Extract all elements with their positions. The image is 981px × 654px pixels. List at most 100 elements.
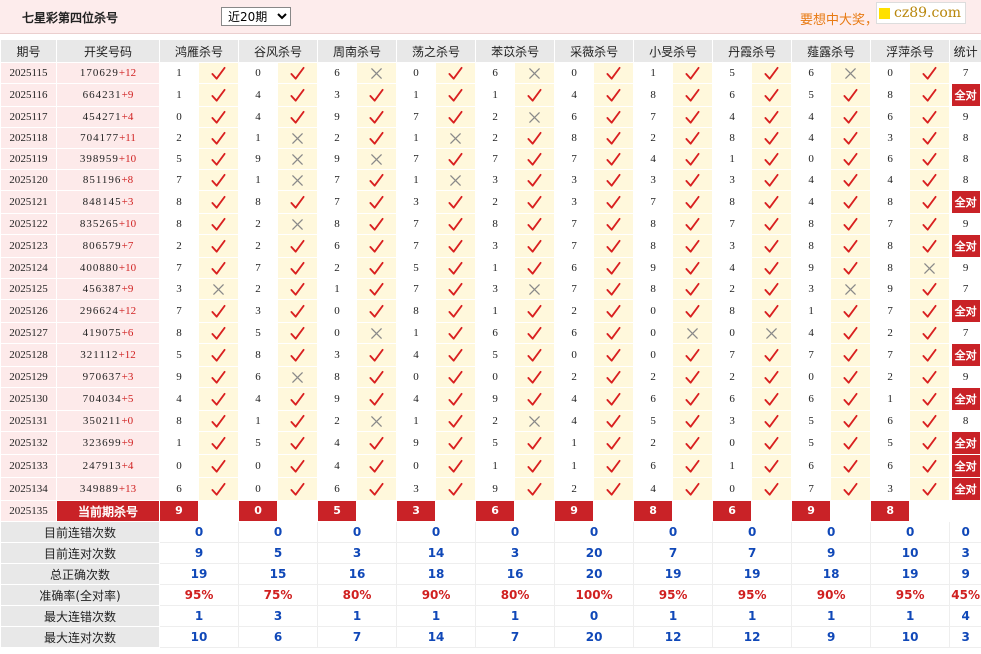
summary-value: 12 xyxy=(633,626,714,648)
kill-number-cell: 7 xyxy=(554,213,595,235)
result-mark-cell xyxy=(435,322,477,344)
cross-icon xyxy=(527,283,542,295)
draw-digits: 400880 xyxy=(79,262,119,274)
result-mark-cell xyxy=(909,190,951,214)
kill-number-cell: 7 xyxy=(712,213,753,235)
kill-number-cell: 8 xyxy=(712,127,753,149)
result-mark-cell xyxy=(751,213,793,235)
kill-number-cell: 9 xyxy=(317,387,358,411)
stat-cell: 全对 xyxy=(949,234,981,258)
summary-value: 0 xyxy=(633,521,714,543)
kill-number-cell: 0 xyxy=(870,62,911,84)
cross-icon xyxy=(527,415,542,427)
result-mark-cell xyxy=(830,343,872,367)
check-icon xyxy=(922,304,937,318)
result-mark-cell xyxy=(435,299,477,323)
column-header: 浮萍杀号 xyxy=(870,39,951,63)
current-kill-cell: 9 xyxy=(791,500,832,522)
check-icon xyxy=(369,459,384,473)
cross-icon xyxy=(369,327,384,339)
result-mark-cell xyxy=(197,148,240,170)
check-icon xyxy=(606,459,621,473)
period-cell: 2025126 xyxy=(0,299,57,323)
summary-value: 100% xyxy=(554,584,635,606)
check-icon xyxy=(843,392,858,406)
summary-value: 0 xyxy=(396,521,477,543)
kill-number-cell: 0 xyxy=(712,477,753,501)
kill-number-cell: 1 xyxy=(870,387,911,411)
draw-sum: +12 xyxy=(118,349,136,361)
period-cell: 2025130 xyxy=(0,387,57,411)
result-mark-cell xyxy=(593,322,635,344)
draw-sum: +13 xyxy=(118,483,137,495)
check-icon xyxy=(527,131,542,145)
result-mark-cell xyxy=(435,234,477,258)
check-icon xyxy=(685,173,700,187)
cross-icon xyxy=(369,153,384,165)
check-icon xyxy=(290,459,305,473)
check-icon xyxy=(764,66,779,80)
empty-mark-cell xyxy=(277,500,319,522)
result-mark-cell xyxy=(672,431,714,455)
check-icon xyxy=(211,261,226,275)
draw-digits: 296624 xyxy=(79,305,119,317)
draw-number-cell: 170629+12 xyxy=(56,62,160,84)
result-mark-cell xyxy=(197,299,240,323)
check-icon xyxy=(843,326,858,340)
result-mark-cell xyxy=(356,454,398,478)
result-mark-cell xyxy=(356,299,398,323)
result-mark-cell xyxy=(514,343,556,367)
kill-number-cell: 8 xyxy=(238,190,279,214)
check-icon xyxy=(843,173,858,187)
kill-number-cell: 0 xyxy=(791,148,832,170)
check-icon xyxy=(922,326,937,340)
summary-value: 10 xyxy=(870,542,951,564)
check-icon xyxy=(685,131,700,145)
period-range-select[interactable]: 近20期 xyxy=(221,7,291,26)
table-row: 2025121 848145+3 8 8 7 3 2 3 7 8 4 8 全对 xyxy=(0,190,981,214)
kill-number-cell: 7 xyxy=(554,234,595,258)
draw-sum: +3 xyxy=(121,371,134,383)
kill-number-cell: 2 xyxy=(554,366,595,388)
site-brand[interactable]: cz89.com xyxy=(876,2,967,24)
result-mark-cell xyxy=(672,343,714,367)
current-kill-number: 5 xyxy=(318,501,356,521)
result-mark-cell xyxy=(672,257,714,279)
summary-value: 12 xyxy=(712,626,793,648)
kill-number-cell: 8 xyxy=(396,299,437,323)
kill-number-cell: 1 xyxy=(475,299,516,323)
draw-sum: +9 xyxy=(121,437,134,449)
kill-number-cell: 7 xyxy=(870,299,911,323)
check-icon xyxy=(448,261,463,275)
all-correct-badge: 全对 xyxy=(951,84,980,106)
result-mark-cell xyxy=(751,454,793,478)
kill-number-cell: 0 xyxy=(238,454,279,478)
check-icon xyxy=(527,392,542,406)
kill-number-cell: 3 xyxy=(791,278,832,300)
summary-value: 7 xyxy=(633,542,714,564)
result-mark-cell xyxy=(672,148,714,170)
summary-value: 80% xyxy=(317,584,398,606)
result-mark-cell xyxy=(435,213,477,235)
check-icon xyxy=(369,348,384,362)
stat-cell: 全对 xyxy=(949,477,981,501)
empty-mark-cell xyxy=(830,500,872,522)
draw-sum: +10 xyxy=(118,262,137,274)
current-kill-cell: 3 xyxy=(396,500,437,522)
result-mark-cell xyxy=(672,299,714,323)
result-mark-cell xyxy=(197,213,240,235)
result-mark-cell xyxy=(909,278,951,300)
check-icon xyxy=(369,436,384,450)
empty-mark-cell xyxy=(909,500,951,522)
result-mark-cell xyxy=(514,83,556,107)
summary-value: 3 xyxy=(949,542,981,564)
summary-value: 3 xyxy=(475,542,556,564)
kill-number-cell: 1 xyxy=(159,62,199,84)
kill-number-cell: 9 xyxy=(396,431,437,455)
check-icon xyxy=(527,326,542,340)
result-mark-cell xyxy=(909,257,951,279)
kill-number-cell: 5 xyxy=(791,431,832,455)
check-icon xyxy=(606,152,621,166)
check-icon xyxy=(843,131,858,145)
kill-number-cell: 7 xyxy=(633,190,674,214)
